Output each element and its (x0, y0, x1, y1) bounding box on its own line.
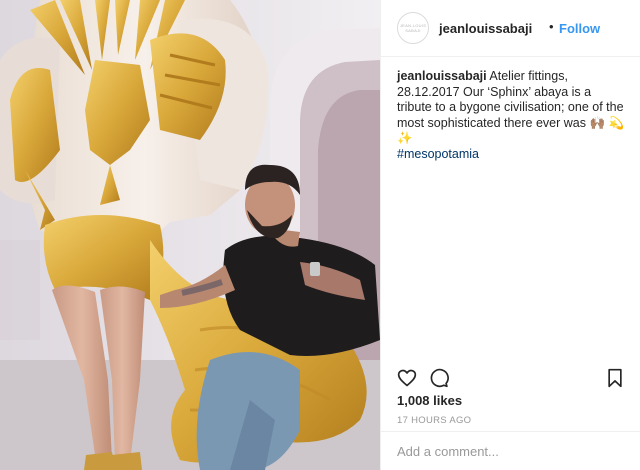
avatar[interactable]: JEAN LOUIS SABAJI (397, 12, 429, 44)
heart-icon[interactable] (397, 368, 417, 388)
follow-button[interactable]: Follow (559, 21, 600, 36)
avatar-logo-text: JEAN LOUIS SABAJI (399, 23, 427, 33)
post-photo[interactable] (0, 0, 380, 470)
action-bar (397, 368, 625, 390)
post-header: JEAN LOUIS SABAJI jeanlouissabaji • Foll… (381, 0, 640, 57)
comment-divider (381, 431, 640, 432)
header-username[interactable]: jeanlouissabaji (439, 21, 532, 36)
post-timestamp: 17 HOURS AGO (397, 415, 472, 426)
hashtag-link[interactable]: #mesopotamia (397, 147, 625, 163)
comment-bubble-icon[interactable] (429, 368, 449, 388)
add-comment-input[interactable] (397, 440, 625, 462)
post-caption: jeanlouissabaji Atelier fittings, 28.12.… (397, 69, 625, 162)
caption-username[interactable]: jeanlouissabaji (397, 69, 487, 83)
post-details-panel: JEAN LOUIS SABAJI jeanlouissabaji • Foll… (380, 0, 640, 470)
likes-count[interactable]: 1,008 likes (397, 393, 462, 408)
separator-dot: • (549, 19, 554, 34)
instagram-post: JEAN LOUIS SABAJI jeanlouissabaji • Foll… (0, 0, 640, 470)
fitting-photo-illustration (0, 0, 380, 470)
bookmark-icon[interactable] (605, 368, 625, 388)
